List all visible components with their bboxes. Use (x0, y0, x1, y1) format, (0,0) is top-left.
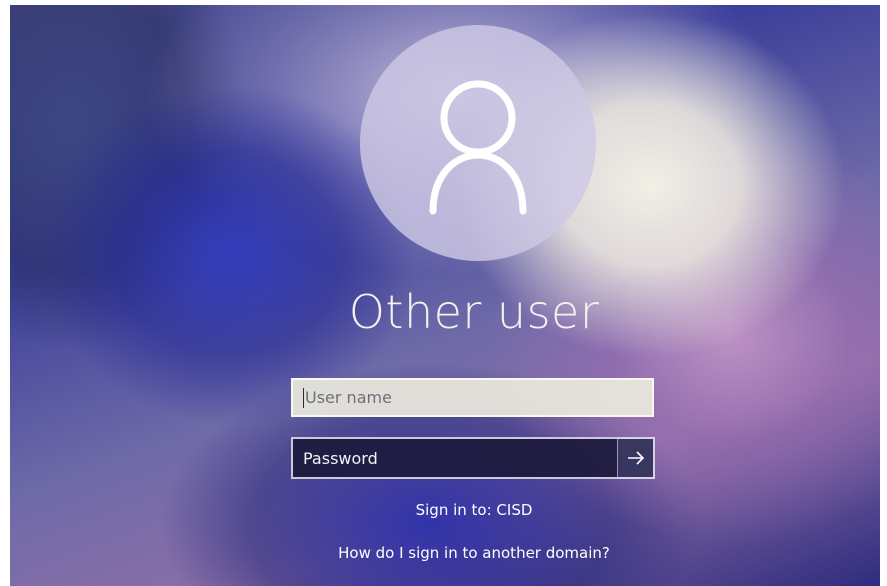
username-placeholder: User name (305, 387, 392, 407)
avatar (360, 25, 596, 261)
account-name: Other user (348, 285, 600, 339)
submit-button[interactable] (617, 437, 655, 479)
password-input[interactable]: Password (291, 437, 655, 479)
text-caret (303, 387, 304, 408)
signin-domain-label: Sign in to: CISD (415, 501, 533, 519)
arrow-right-icon (627, 451, 644, 465)
person-outline-icon (429, 80, 527, 215)
other-domain-help-link[interactable]: How do I sign in to another domain? (10, 544, 880, 562)
username-input[interactable]: User name (291, 378, 654, 417)
lock-screen: Other user User name Password Sign in to… (10, 5, 880, 586)
photo-frame: Other user User name Password Sign in to… (0, 0, 887, 586)
password-placeholder: Password (303, 448, 378, 468)
